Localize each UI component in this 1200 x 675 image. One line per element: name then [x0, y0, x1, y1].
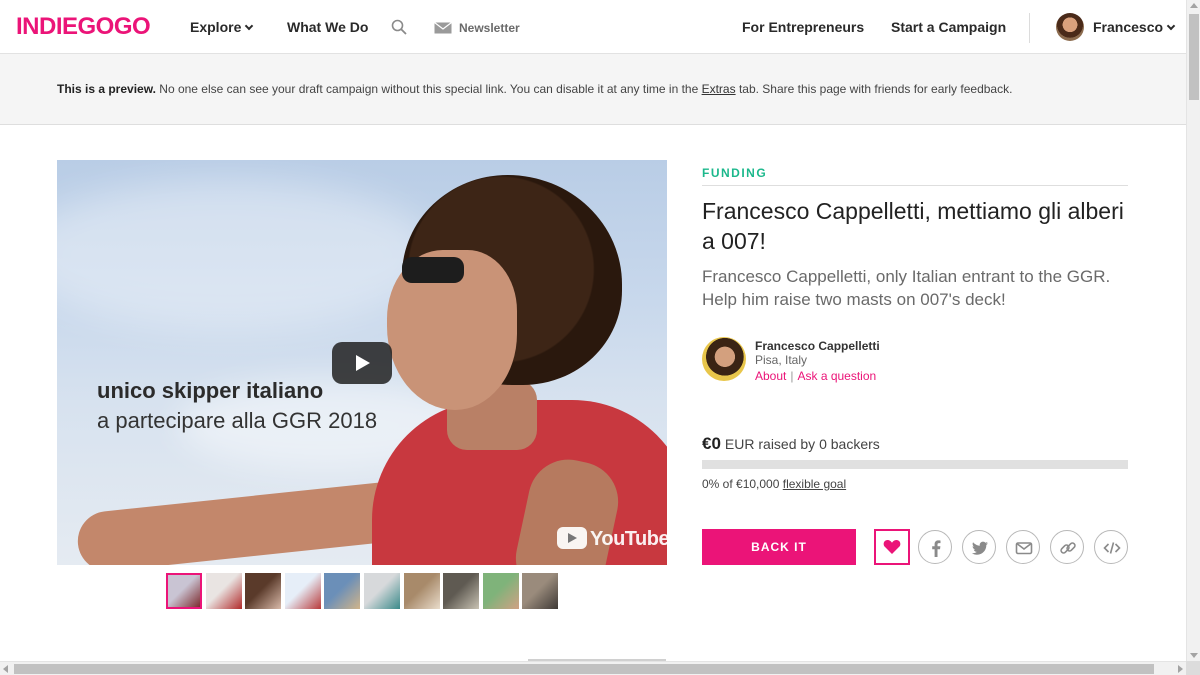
- nav-divider: [1029, 13, 1030, 43]
- scroll-down-icon[interactable]: [1190, 653, 1198, 658]
- share-email-button[interactable]: [1006, 530, 1040, 564]
- section-label: FUNDING: [702, 166, 768, 180]
- goal-text: 0% of €10,000 flexible goal: [702, 477, 846, 491]
- preview-banner: This is a preview. No one else can see y…: [0, 54, 1186, 125]
- video-caption-line1: unico skipper italiano: [97, 378, 324, 403]
- user-menu[interactable]: Francesco: [1093, 19, 1176, 35]
- owner-name: Francesco Cappelletti: [755, 339, 880, 353]
- share-facebook-button[interactable]: [918, 530, 952, 564]
- follow-button[interactable]: [874, 529, 910, 565]
- user-name: Francesco: [1093, 19, 1164, 35]
- nav-newsletter[interactable]: Newsletter: [459, 21, 520, 35]
- owner-location: Pisa, Italy: [755, 353, 808, 367]
- gallery-thumbnail[interactable]: [166, 573, 202, 609]
- user-avatar[interactable]: [1056, 13, 1084, 41]
- embed-button[interactable]: [1094, 530, 1128, 564]
- scroll-up-icon[interactable]: [1190, 3, 1198, 8]
- video-sunglasses: [402, 257, 464, 283]
- youtube-label: YouTube: [590, 528, 667, 550]
- section-divider: [702, 185, 1128, 186]
- video-caption-line2: a partecipare alla GGR 2018: [97, 408, 378, 433]
- campaign-video[interactable]: unico skipper italiano a partecipare all…: [57, 160, 667, 565]
- owner-links: About | Ask a question: [755, 369, 876, 383]
- link-separator: |: [790, 369, 794, 383]
- gallery-thumbnail[interactable]: [483, 573, 519, 609]
- scroll-left-icon[interactable]: [3, 665, 8, 673]
- page: INDIEGOGO Explore What We Do Newsletter …: [0, 0, 1200, 675]
- chevron-down-icon: [245, 21, 254, 31]
- chevron-down-icon: [1166, 21, 1176, 31]
- funding-progress-bar: [702, 460, 1128, 469]
- indiegogo-logo[interactable]: INDIEGOGO: [16, 13, 151, 41]
- scrollbar-corner: [1186, 661, 1200, 675]
- search-icon[interactable]: [391, 19, 407, 35]
- preview-banner-message: No one else can see your draft campaign …: [155, 82, 702, 96]
- nav-explore[interactable]: Explore: [190, 19, 254, 35]
- gallery-thumbnails: [166, 573, 558, 609]
- ask-question-link[interactable]: Ask a question: [797, 369, 876, 383]
- email-icon: [1015, 542, 1033, 555]
- horizontal-scroll-thumb[interactable]: [14, 664, 1154, 674]
- preview-banner-message-end: tab. Share this page with friends for ea…: [735, 82, 1013, 96]
- raised-text: EUR raised by 0 backers: [724, 436, 880, 452]
- youtube-icon: [557, 527, 587, 549]
- nav-for-entrepreneurs[interactable]: For Entrepreneurs: [742, 19, 864, 35]
- gallery-thumbnail[interactable]: [285, 573, 321, 609]
- nav-what-we-do[interactable]: What We Do: [287, 19, 368, 35]
- mail-icon[interactable]: [434, 22, 452, 34]
- about-link[interactable]: About: [755, 369, 786, 383]
- gallery-thumbnail[interactable]: [324, 573, 360, 609]
- gallery-thumbnail[interactable]: [364, 573, 400, 609]
- nav-start-campaign[interactable]: Start a Campaign: [891, 19, 1006, 35]
- owner-avatar[interactable]: [702, 337, 746, 381]
- video-cloud: [57, 180, 437, 330]
- gallery-thumbnail[interactable]: [245, 573, 281, 609]
- funds-raised: €0 EUR raised by 0 backers: [702, 434, 880, 454]
- raised-amount: €0: [702, 434, 721, 453]
- link-icon: [1060, 542, 1076, 554]
- vertical-scroll-thumb[interactable]: [1189, 14, 1199, 100]
- play-icon: [356, 355, 370, 371]
- share-twitter-button[interactable]: [962, 530, 996, 564]
- copy-link-button[interactable]: [1050, 530, 1084, 564]
- extras-link[interactable]: Extras: [702, 82, 736, 96]
- preview-banner-text: This is a preview. No one else can see y…: [57, 82, 1012, 96]
- scroll-right-icon[interactable]: [1178, 665, 1183, 673]
- flexible-goal-link[interactable]: flexible goal: [783, 477, 846, 491]
- campaign-tagline: Francesco Cappelletti, only Italian entr…: [702, 267, 1111, 309]
- gallery-thumbnail[interactable]: [522, 573, 558, 609]
- nav-explore-label: Explore: [190, 19, 242, 35]
- facebook-icon: [932, 540, 941, 557]
- twitter-icon: [971, 541, 988, 555]
- top-navigation: INDIEGOGO Explore What We Do Newsletter …: [0, 0, 1186, 54]
- youtube-logo[interactable]: YouTube: [557, 527, 667, 551]
- heart-icon: [883, 540, 901, 554]
- horizontal-scrollbar[interactable]: [0, 661, 1186, 675]
- goal-percent: 0% of €10,000: [702, 477, 780, 491]
- preview-banner-bold: This is a preview.: [57, 82, 156, 96]
- gallery-thumbnail[interactable]: [443, 573, 479, 609]
- gallery-thumbnail[interactable]: [404, 573, 440, 609]
- embed-icon: [1103, 542, 1121, 554]
- campaign-title: Francesco Cappelletti, mettiamo gli albe…: [702, 198, 1124, 254]
- back-it-button[interactable]: BACK IT: [702, 529, 856, 565]
- gallery-thumbnail[interactable]: [206, 573, 242, 609]
- play-button[interactable]: [332, 342, 392, 384]
- vertical-scrollbar[interactable]: [1186, 0, 1200, 661]
